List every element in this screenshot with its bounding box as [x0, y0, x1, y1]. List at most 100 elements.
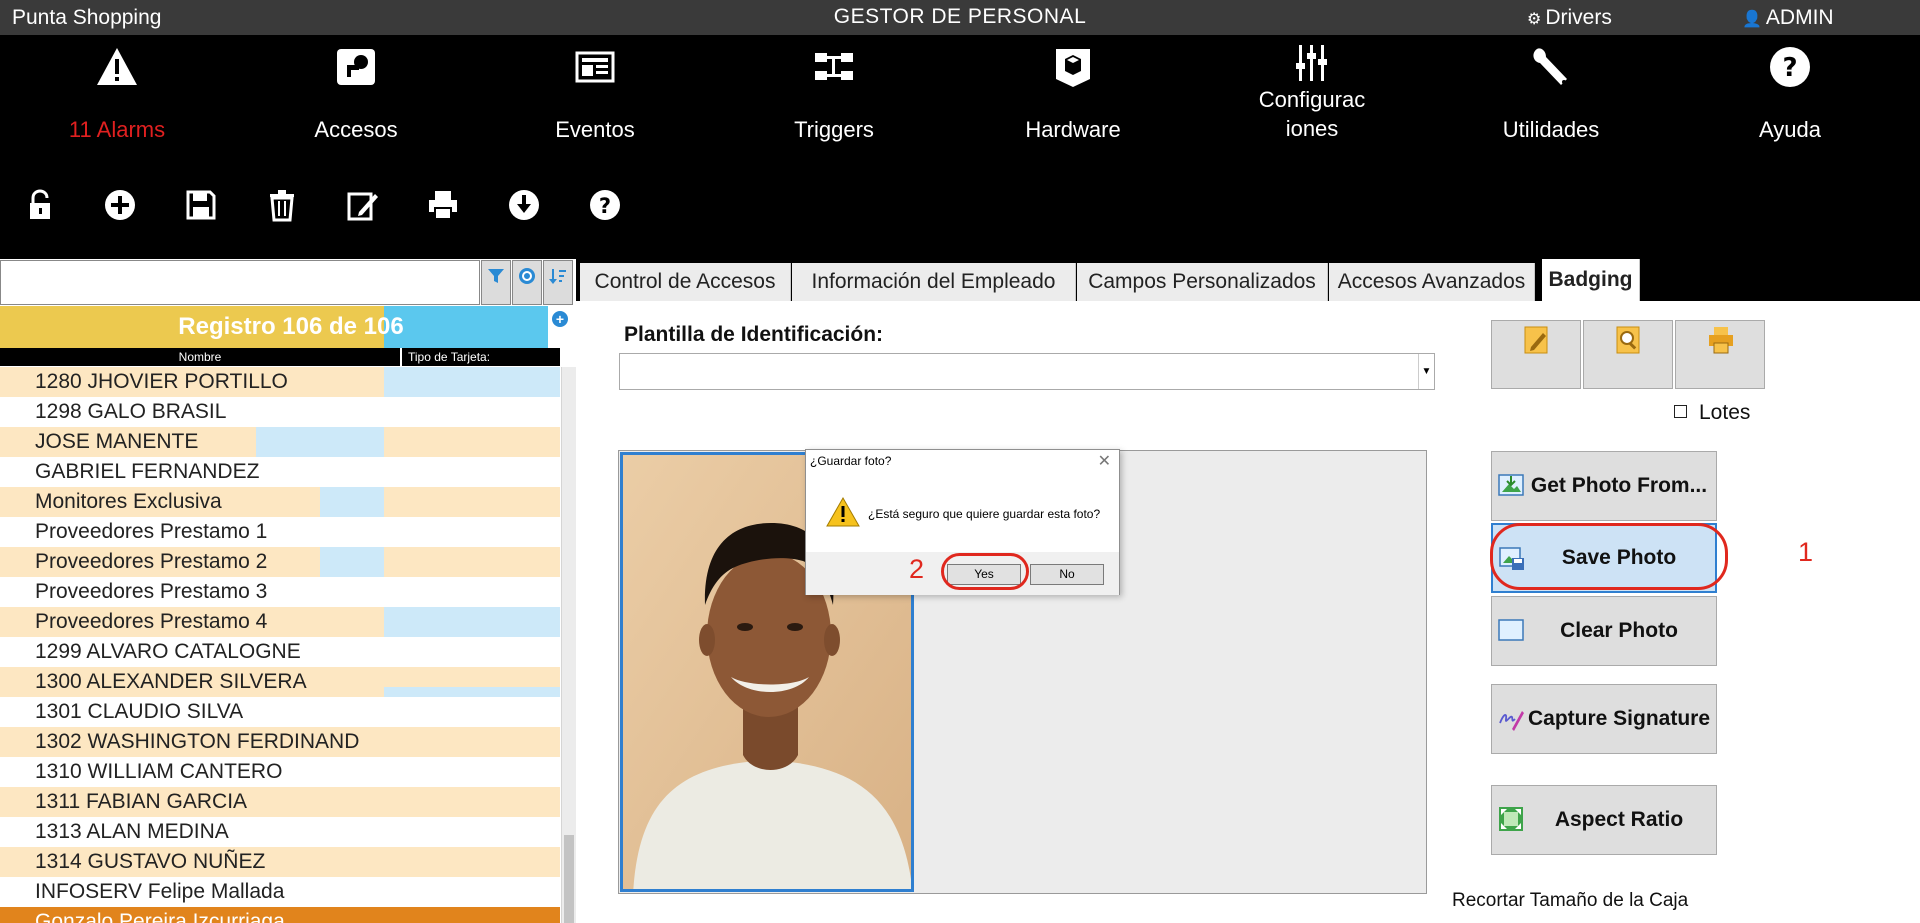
list-item[interactable]: 1314 GUSTAVO NUÑEZ [0, 847, 560, 877]
annotation-oval-save [1490, 523, 1728, 590]
help-button[interactable]: ? [585, 185, 625, 225]
edit-template-button[interactable] [1491, 320, 1581, 389]
list-item-name: 1298 GALO BRASIL [35, 400, 227, 423]
close-icon[interactable]: ✕ [1098, 451, 1111, 471]
nav-label: Triggers [794, 117, 874, 142]
badging-panel: Plantilla de Identificación: ▼ Lotes Get… [580, 301, 1920, 923]
lock-button[interactable] [20, 185, 60, 225]
nav-eventos[interactable]: Eventos [495, 35, 695, 185]
list-item[interactable]: 1298 GALO BRASIL [0, 397, 560, 427]
refresh-button[interactable] [512, 260, 542, 305]
preview-template-button[interactable] [1583, 320, 1673, 389]
drivers-label: Drivers [1545, 6, 1612, 29]
add-button[interactable] [100, 185, 140, 225]
aspect-ratio-label: Aspect Ratio [1554, 808, 1684, 831]
list-item[interactable]: Proveedores Prestamo 3 [0, 577, 560, 607]
user-menu[interactable]: 👤 ADMIN [1742, 6, 1834, 30]
main-navigation: 11 Alarms Accesos Eventos Triggers Hardw… [0, 35, 1920, 185]
printer-icon [1709, 327, 1733, 354]
column-header-tipo[interactable]: Tipo de Tarjeta: [402, 348, 560, 366]
annotation-number-one: 1 [1798, 537, 1814, 567]
clear-photo-button[interactable]: Clear Photo [1491, 596, 1717, 666]
key-card-icon [337, 49, 375, 85]
sort-button[interactable] [543, 260, 573, 305]
tab-campos-personalizados[interactable]: Campos Personalizados [1077, 263, 1328, 301]
drivers-menu[interactable]: ⚙ Drivers [1527, 6, 1612, 30]
no-button[interactable]: No [1030, 564, 1104, 585]
list-item-name: Proveedores Prestamo 3 [35, 580, 268, 603]
list-item-name: 1280 JHOVIER PORTILLO [35, 370, 288, 393]
employee-list: 1280 JHOVIER PORTILLO 1298 GALO BRASIL J… [0, 367, 560, 923]
confirm-dialog: ¿Guardar foto? ✕ ¿Está seguro que quiere… [805, 449, 1120, 595]
list-item[interactable]: Proveedores Prestamo 1 [0, 517, 560, 547]
list-item[interactable]: 1300 ALEXANDER SILVERA [0, 667, 560, 697]
scrollbar-thumb[interactable] [564, 835, 574, 923]
recortar-label: Recortar Tamaño de la Caja [1452, 890, 1689, 911]
record-toolbar: ? [0, 185, 1920, 259]
print-button[interactable] [423, 185, 463, 225]
list-scrollbar[interactable] [561, 367, 576, 923]
list-item[interactable]: 1302 WASHINGTON FERDINAND [0, 727, 560, 757]
capture-signature-button[interactable]: Capture Signature [1491, 684, 1717, 754]
nav-utilidades[interactable]: Utilidades [1451, 35, 1651, 185]
nav-ayuda[interactable]: ? Ayuda [1690, 35, 1890, 185]
image-import-icon [1498, 474, 1524, 496]
list-item[interactable]: 1310 WILLIAM CANTERO [0, 757, 560, 787]
download-button[interactable] [504, 185, 544, 225]
nav-accesos[interactable]: Accesos [256, 35, 456, 185]
flow-icon [815, 53, 853, 80]
list-item-name: 1299 ALVARO CATALOGNE [35, 640, 301, 663]
nav-label: 11 Alarms [68, 117, 166, 142]
aspect-ratio-icon [1499, 807, 1523, 831]
tab-control-de-accesos[interactable]: Control de Accesos [580, 263, 791, 301]
list-item[interactable]: Monitores Exclusiva [0, 487, 560, 517]
aspect-ratio-button[interactable]: Aspect Ratio [1491, 785, 1717, 855]
nav-configuraciones[interactable]: Configurac iones [1212, 35, 1412, 185]
save-button[interactable] [181, 185, 221, 225]
add-column-icon[interactable]: + [552, 311, 568, 327]
get-photo-label: Get Photo From... [1530, 474, 1708, 497]
download-icon [509, 190, 539, 220]
list-item-name: 1314 GUSTAVO NUÑEZ [35, 850, 266, 873]
filter-button[interactable] [481, 260, 511, 305]
list-item[interactable]: Proveedores Prestamo 2 [0, 547, 560, 577]
list-item[interactable]: 1299 ALVARO CATALOGNE [0, 637, 560, 667]
delete-button[interactable] [262, 185, 302, 225]
nav-triggers[interactable]: Triggers [734, 35, 934, 185]
list-item[interactable]: 1311 FABIAN GARCIA [0, 787, 560, 817]
list-item[interactable]: GABRIEL FERNANDEZ [0, 457, 560, 487]
add-icon [105, 190, 135, 220]
hardware-box-icon [1056, 49, 1090, 87]
clear-photo-label: Clear Photo [1560, 619, 1678, 642]
nav-label-line1: Configurac [1258, 87, 1366, 112]
column-header-nombre[interactable]: Nombre [0, 348, 400, 366]
list-item[interactable]: INFOSERV Felipe Mallada [0, 877, 560, 907]
list-item-name: Monitores Exclusiva [35, 490, 222, 513]
print-badge-button[interactable] [1675, 320, 1765, 389]
list-item[interactable]: Proveedores Prestamo 4 [0, 607, 560, 637]
search-input[interactable] [0, 260, 480, 305]
svg-text:?: ? [599, 194, 611, 218]
nav-label: Ayuda [1759, 117, 1821, 142]
nav-hardware[interactable]: Hardware [973, 35, 1173, 185]
checkbox-box[interactable] [1674, 405, 1687, 418]
edit-button[interactable] [342, 185, 382, 225]
record-counter: Registro 106 de 106 [0, 306, 548, 348]
list-item-selected[interactable]: Gonzalo Pereira Izcurriaga [0, 907, 560, 923]
plantilla-select[interactable]: ▼ [619, 353, 1435, 390]
list-item[interactable]: 1313 ALAN MEDINA [0, 817, 560, 847]
chevron-down-icon: ▼ [1418, 354, 1434, 389]
tab-badging[interactable]: Badging [1542, 259, 1640, 301]
list-item[interactable]: 1301 CLAUDIO SILVA [0, 697, 560, 727]
nav-alarms[interactable]: 11 Alarms [17, 35, 217, 185]
list-item[interactable]: 1280 JHOVIER PORTILLO [0, 367, 560, 397]
print-icon [429, 191, 457, 220]
lotes-checkbox[interactable]: Lotes [1674, 401, 1750, 425]
get-photo-button[interactable]: Get Photo From... [1491, 451, 1717, 521]
list-item[interactable]: JOSE MANENTE [0, 427, 560, 457]
nav-label: Hardware [1025, 117, 1121, 142]
tab-informacion-del-empleado[interactable]: Información del Empleado [792, 263, 1076, 301]
sliders-icon [1296, 45, 1327, 81]
tab-accesos-avanzados[interactable]: Accesos Avanzados [1329, 263, 1535, 301]
lock-icon [30, 189, 50, 219]
